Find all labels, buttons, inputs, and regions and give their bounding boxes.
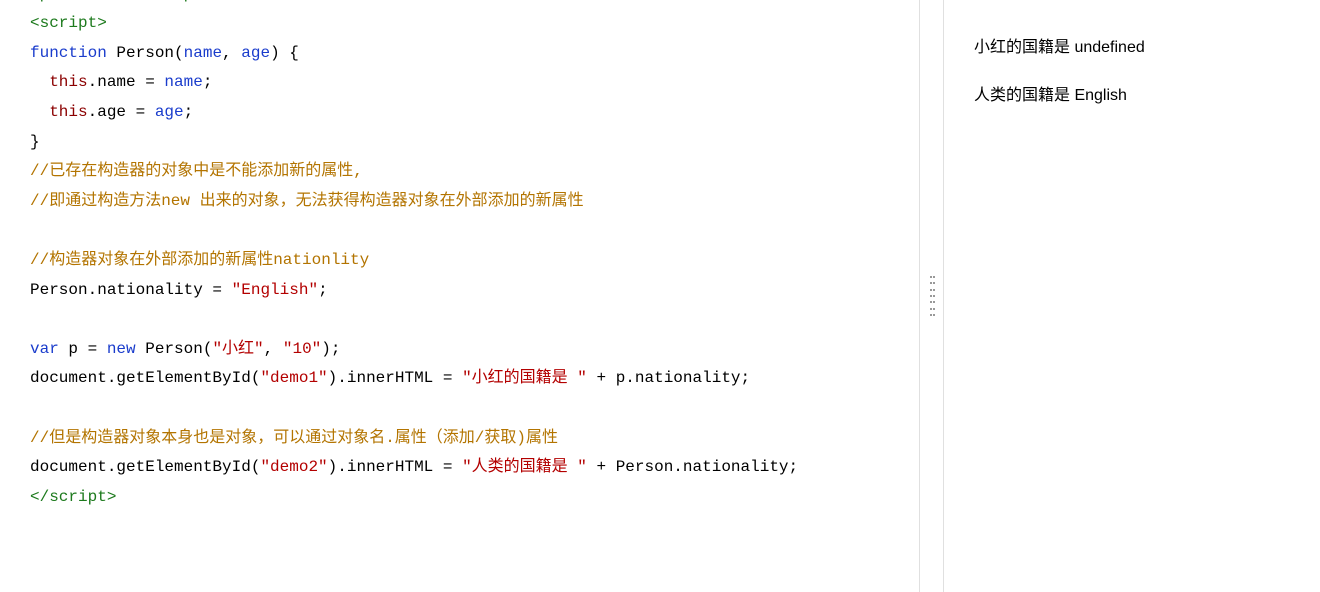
code-line: </script> (30, 483, 919, 513)
code-line: //即通过构造方法new 出来的对象，无法获得构造器对象在外部添加的新属性 (30, 187, 919, 217)
drag-handle-icon (929, 276, 935, 316)
output-line-1: 小红的国籍是 undefined (974, 36, 1320, 60)
code-line: this.age = age; (30, 98, 919, 128)
code-line: <script> (30, 9, 919, 39)
code-line (30, 216, 919, 246)
code-line: document.getElementById("demo2").innerHT… (30, 453, 919, 483)
code-line: //已存在构造器的对象中是不能添加新的属性, (30, 157, 919, 187)
output-panel: 小红的国籍是 undefined 人类的国籍是 English (944, 0, 1320, 592)
code-line: var p = new Person("小红", "10"); (30, 335, 919, 365)
code-line: Person.nationality = "English"; (30, 276, 919, 306)
code-line (30, 305, 919, 335)
code-line: document.getElementById("demo1").innerHT… (30, 364, 919, 394)
output-line-2: 人类的国籍是 English (974, 84, 1320, 108)
code-line: } (30, 128, 919, 158)
panel-divider[interactable] (920, 0, 944, 592)
code-line: //构造器对象在外部添加的新属性nationlity (30, 246, 919, 276)
code-line: this.name = name; (30, 68, 919, 98)
code-line: <p id="demo2"></p> (30, 0, 919, 9)
code-line (30, 394, 919, 424)
code-line: //但是构造器对象本身也是对象，可以通过对象名.属性（添加/获取)属性 (30, 424, 919, 454)
code-editor-panel[interactable]: <p id="demo1"></p> <p id="demo2"></p> <s… (0, 0, 920, 592)
code-line: function Person(name, age) { (30, 39, 919, 69)
